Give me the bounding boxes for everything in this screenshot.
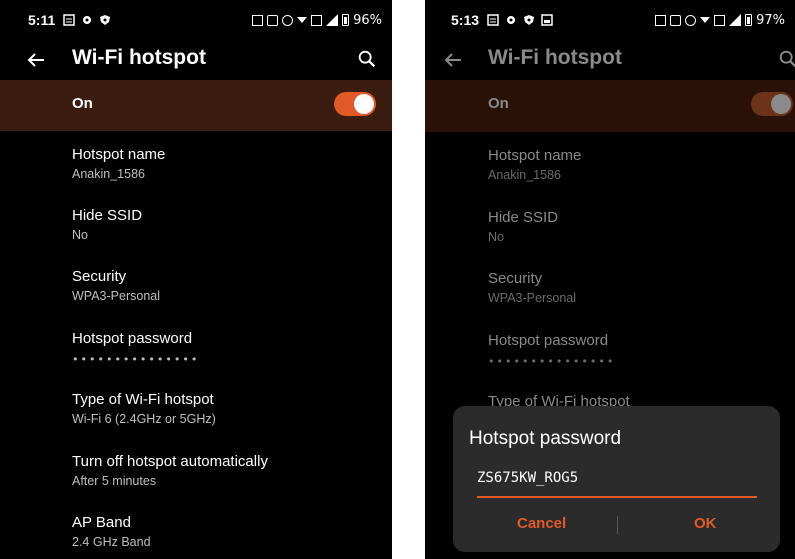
item-subtitle: Anakin_1586	[72, 167, 145, 181]
item-title: Security	[488, 270, 543, 287]
password-dots: •••••••••••••••	[72, 353, 200, 366]
item-subtitle: After 5 minutes	[72, 474, 157, 488]
signal-icon	[326, 14, 339, 26]
item-title: Hotspot name	[72, 146, 166, 163]
item-subtitle: WPA3-Personal	[488, 291, 576, 305]
list-item-ap-band[interactable]: AP Band 2.4 GHz Band	[72, 514, 382, 559]
on-label: On	[488, 95, 509, 112]
wifi-icon	[700, 17, 711, 23]
right-screen: 5:13 97% Wi-Fi hotspot On Hotspot name A…	[425, 0, 795, 559]
app-bar: Wi-Fi hotspot	[425, 40, 795, 80]
item-title: Hide SSID	[72, 207, 143, 224]
vibrate-icon	[670, 14, 682, 26]
ok-button[interactable]: OK	[688, 514, 723, 533]
item-subtitle: Anakin_1586	[488, 168, 561, 182]
list-item-hotspot-password[interactable]: Hotspot password •••••••••••••••	[488, 332, 785, 378]
item-title: Type of Wi-Fi hotspot	[72, 391, 214, 408]
gear-icon	[83, 16, 92, 24]
hotspot-toggle[interactable]	[334, 92, 376, 116]
list-item-wifi-type[interactable]: Type of Wi-Fi hotspot Wi-Fi 6 (2.4GHz or…	[72, 391, 382, 437]
toggle-knob	[771, 94, 791, 114]
search-icon[interactable]	[356, 48, 378, 70]
list-item-hotspot-name[interactable]: Hotspot name Anakin_1586	[488, 147, 785, 193]
data-icon	[714, 14, 726, 26]
hotspot-on-row[interactable]: On	[0, 80, 392, 131]
list-item-hotspot-password[interactable]: Hotspot password •••••••••••••••	[72, 330, 382, 376]
item-subtitle: 2.4 GHz Band	[72, 535, 151, 549]
back-arrow-icon[interactable]	[441, 48, 465, 72]
app-bar: Wi-Fi hotspot	[0, 40, 392, 80]
item-title: Security	[72, 268, 127, 285]
item-subtitle: No	[488, 230, 504, 244]
status-time: 5:13	[451, 12, 480, 28]
item-title: AP Band	[72, 514, 131, 531]
on-label: On	[72, 95, 93, 112]
nfc-icon	[252, 14, 264, 26]
item-title: Hotspot password	[72, 330, 193, 347]
battery-icon	[745, 14, 753, 26]
back-arrow-icon[interactable]	[24, 48, 48, 72]
battery-icon	[342, 14, 350, 26]
page-title: Wi-Fi hotspot	[72, 46, 206, 69]
left-screen: 5:11 96% Wi-Fi hotspot On Hotspot name A…	[0, 0, 392, 559]
cancel-button[interactable]: Cancel	[511, 514, 572, 533]
hotspot-icon	[685, 14, 697, 26]
data-icon	[311, 14, 323, 26]
password-input[interactable]	[477, 464, 757, 498]
status-time: 5:11	[28, 12, 56, 28]
item-title: Turn off hotspot automatically	[72, 453, 268, 470]
shield-icon	[524, 15, 535, 25]
gear-icon	[507, 16, 516, 24]
hotspot-toggle[interactable]	[751, 92, 793, 116]
item-title: Hotspot password	[488, 332, 609, 349]
list-item-hotspot-name[interactable]: Hotspot name Anakin_1586	[72, 146, 382, 192]
password-dots: •••••••••••••••	[488, 355, 616, 368]
battery-percent: 96%	[353, 12, 382, 28]
list-item-auto-off[interactable]: Turn off hotspot automatically After 5 m…	[72, 453, 382, 499]
item-subtitle: No	[72, 228, 88, 242]
dialog-title: Hotspot password	[469, 428, 622, 449]
search-icon[interactable]	[777, 48, 795, 70]
password-dialog: Hotspot password Cancel OK	[453, 406, 780, 552]
status-bar: 5:11 96%	[0, 0, 392, 40]
wifi-icon	[297, 17, 308, 23]
image-icon	[541, 14, 553, 26]
hotspot-on-row[interactable]: On	[425, 80, 795, 132]
list-item-hide-ssid[interactable]: Hide SSID No	[488, 209, 785, 255]
toggle-knob	[354, 94, 374, 114]
status-bar: 5:13 97%	[425, 0, 795, 40]
hotspot-icon	[282, 14, 294, 26]
item-subtitle: WPA3-Personal	[72, 289, 160, 303]
shield-icon	[100, 15, 111, 25]
list-item-hide-ssid[interactable]: Hide SSID No	[72, 207, 382, 253]
page-title: Wi-Fi hotspot	[488, 46, 622, 69]
battery-percent: 97%	[756, 12, 785, 28]
vibrate-icon	[267, 14, 279, 26]
item-subtitle: Wi-Fi 6 (2.4GHz or 5GHz)	[72, 412, 216, 426]
notification-icon	[487, 14, 499, 26]
signal-icon	[729, 14, 742, 26]
item-title: Hide SSID	[488, 209, 559, 226]
item-title: Hotspot name	[488, 147, 582, 164]
nfc-icon	[655, 14, 667, 26]
list-item-security[interactable]: Security WPA3-Personal	[488, 270, 785, 316]
button-divider	[617, 516, 618, 534]
notification-icon	[63, 14, 75, 26]
list-item-security[interactable]: Security WPA3-Personal	[72, 268, 382, 314]
